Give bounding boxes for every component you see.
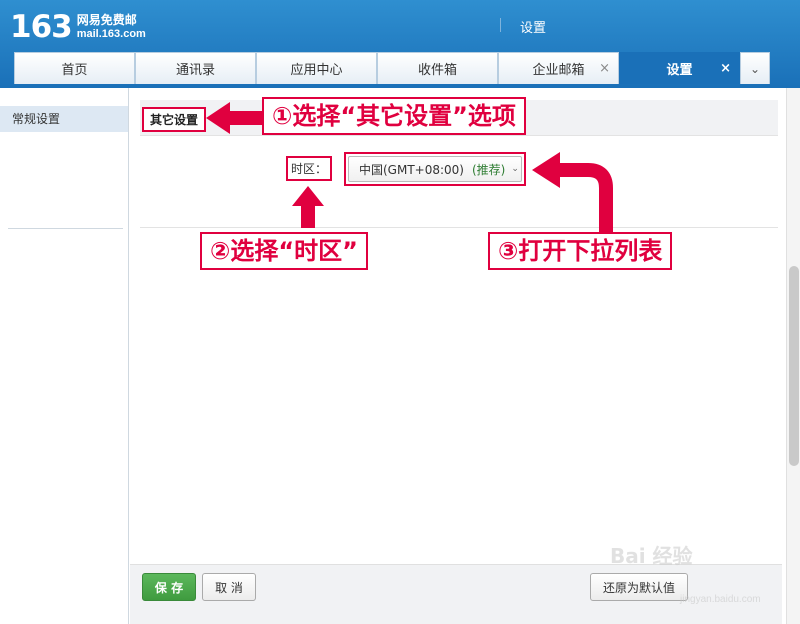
- annotation-step-2: ②选择“时区”: [200, 232, 368, 270]
- tab-home[interactable]: 首页: [14, 52, 135, 84]
- tab-inbox[interactable]: 收件箱: [377, 52, 498, 84]
- section-title-other-settings[interactable]: 其它设置: [142, 107, 207, 132]
- timezone-value: 中国(GMT+08:00): [359, 162, 464, 177]
- save-button[interactable]: 保 存: [142, 573, 196, 601]
- tab-contacts[interactable]: 通讯录: [135, 52, 256, 84]
- sidebar-item-general-settings[interactable]: 常规设置: [0, 106, 128, 132]
- scrollbar[interactable]: [786, 88, 800, 624]
- watermark-text: Bai 经验: [610, 544, 693, 568]
- annotation-step-3: ③打开下拉列表: [488, 232, 673, 270]
- timezone-recommend: (推荐): [471, 162, 506, 177]
- close-icon[interactable]: ×: [720, 61, 731, 76]
- logo-cn-text: 网易免费邮: [76, 13, 137, 27]
- tab-settings[interactable]: 设置 ×: [619, 52, 740, 84]
- cancel-button[interactable]: 取 消: [202, 573, 256, 601]
- header-title: 设置: [520, 21, 547, 36]
- watermark-sub-text: jingyan.baidu.com: [680, 594, 761, 605]
- chevron-down-icon: ⌄: [511, 164, 519, 174]
- app-header: 163 网易免费邮 mail.163.com 设置 首页 通讯录 应用中心 收件…: [0, 0, 800, 88]
- logo-en-text: mail.163.com: [76, 28, 146, 40]
- timezone-label: 时区：: [286, 156, 333, 181]
- annotation-step-1: ①选择“其它设置”选项: [262, 97, 526, 135]
- close-icon[interactable]: ×: [599, 61, 610, 76]
- sidebar-divider: [8, 228, 123, 229]
- section-body: 时区： 中国(GMT+08:00) (推荐) ⌄: [140, 136, 778, 228]
- header-divider: [500, 18, 501, 32]
- timezone-select-highlight: 中国(GMT+08:00) (推荐) ⌄: [344, 152, 526, 186]
- tab-more-chevron-down-icon[interactable]: ⌄: [740, 52, 770, 84]
- tab-enterprise-mail[interactable]: 企业邮箱 ×: [498, 52, 619, 84]
- scrollbar-thumb[interactable]: [789, 266, 799, 466]
- tab-bar: 首页 通讯录 应用中心 收件箱 企业邮箱 × 设置 × ⌄: [14, 52, 770, 84]
- sidebar: 常规设置: [0, 88, 129, 624]
- tab-app-center[interactable]: 应用中心: [256, 52, 377, 84]
- timezone-select[interactable]: 中国(GMT+08:00) (推荐) ⌄: [348, 156, 522, 182]
- logo[interactable]: 163 网易免费邮 mail.163.com: [10, 10, 146, 44]
- reset-default-button[interactable]: 还原为默认值: [590, 573, 688, 601]
- logo-number: 163: [10, 9, 73, 45]
